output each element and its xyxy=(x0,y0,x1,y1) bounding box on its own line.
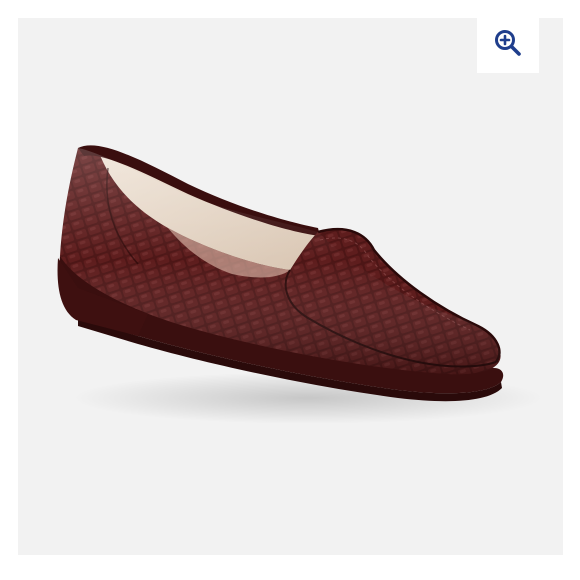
zoom-in-icon xyxy=(493,28,523,63)
zoom-button[interactable] xyxy=(477,18,539,73)
product-image-viewer xyxy=(18,18,563,555)
product-image-loafer[interactable] xyxy=(18,18,563,555)
